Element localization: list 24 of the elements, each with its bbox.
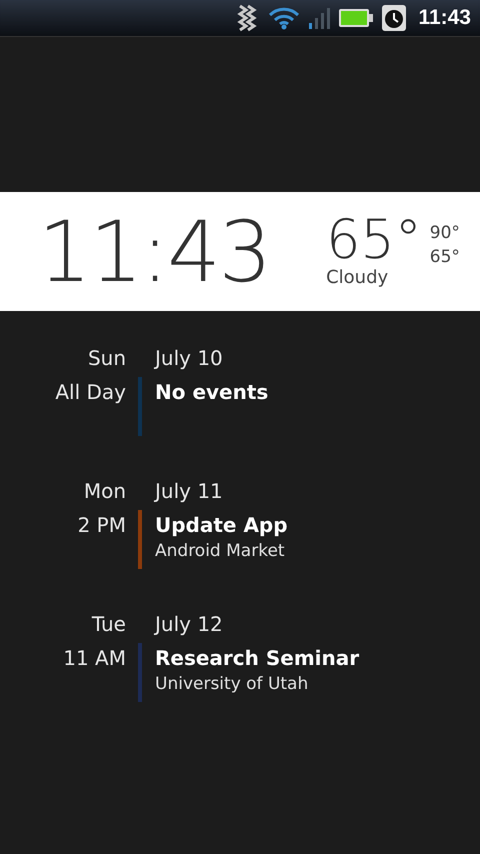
temperature: 65°	[326, 213, 422, 268]
weather-condition: Cloudy	[326, 267, 390, 290]
event-time: 2 PM	[76, 512, 126, 539]
clock-time: 11:43	[38, 210, 270, 294]
day-label: Tue	[90, 611, 126, 638]
event-title[interactable]: Research Seminar	[155, 643, 360, 671]
day-label: Sun	[86, 345, 126, 372]
cell-signal-icon	[308, 7, 330, 29]
alarm-clock-icon	[382, 5, 406, 31]
event-time: 11 AM	[62, 645, 126, 672]
low-temperature: 65°	[430, 246, 460, 268]
date-label: July 10	[155, 345, 223, 372]
event-time: All Day	[54, 379, 126, 406]
event-location: Android Market	[155, 540, 286, 563]
date-label: July 12	[155, 611, 223, 638]
event-location: University of Utah	[155, 673, 310, 696]
wifi-icon	[268, 6, 300, 30]
event-title[interactable]: No events	[155, 377, 268, 405]
event-title[interactable]: Update App	[155, 510, 288, 538]
battery-icon	[338, 8, 374, 28]
date-label: July 11	[155, 478, 223, 505]
status-time: 11:43	[418, 5, 471, 32]
high-temperature: 90°	[430, 222, 460, 244]
day-label: Mon	[82, 478, 126, 505]
